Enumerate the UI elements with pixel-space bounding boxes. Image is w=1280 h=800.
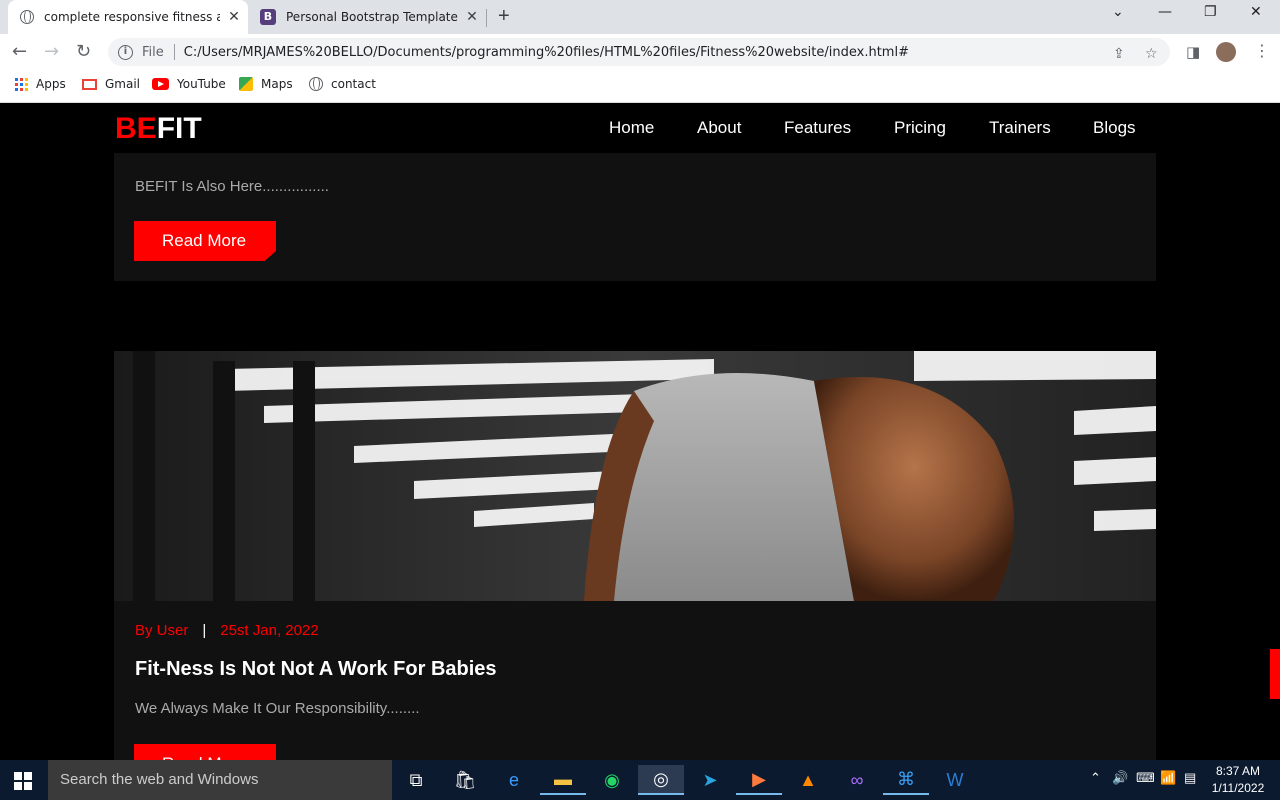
nav-pricing[interactable]: Pricing [894, 118, 946, 138]
media-player-icon[interactable]: ▶ [736, 765, 782, 795]
windows-taskbar: Search the web and Windows ⧉ 🛍 e ▬ ◉ ◎ ➤… [0, 760, 1280, 800]
youtube-icon [152, 78, 169, 90]
post-author[interactable]: By User [135, 622, 188, 639]
blog-card: By User | 25st Jan, 2022 Fit-Ness Is Not… [114, 351, 1156, 760]
share-icon[interactable]: ⇪ [1113, 46, 1125, 62]
bookmark-star-icon[interactable]: ☆ [1145, 46, 1158, 62]
close-tab-icon[interactable]: ✕ [458, 9, 486, 25]
web-page: BEFIT Is Also Here................ Read … [0, 103, 1280, 760]
whatsapp-icon[interactable]: ◉ [589, 765, 635, 795]
bookmark-label: YouTube [177, 77, 226, 91]
bookmark-gmail[interactable]: Gmail [82, 77, 140, 91]
minimize-button[interactable]: — [1158, 4, 1172, 20]
vlc-icon[interactable]: ▲ [785, 765, 831, 795]
post-date: 25st Jan, 2022 [220, 622, 319, 639]
tab-title: Personal Bootstrap Template [286, 10, 458, 24]
clock-date: 1/11/2022 [1211, 781, 1265, 795]
keyboard-icon[interactable]: ⌨ [1136, 770, 1155, 786]
bookmark-contact[interactable]: contact [309, 77, 376, 91]
browser-toolbar: ← → ↻ i File C:/Users/MRJAMES%20BELLO/Do… [0, 34, 1280, 70]
nav-about[interactable]: About [697, 118, 741, 138]
file-explorer-icon[interactable]: ▬ [540, 765, 586, 795]
visual-studio-icon[interactable]: ∞ [834, 765, 880, 795]
card-excerpt: BEFIT Is Also Here................ [135, 178, 329, 195]
post-meta: By User | 25st Jan, 2022 [135, 622, 319, 639]
windows-start-icon[interactable] [14, 772, 32, 790]
meta-separator: | [202, 622, 207, 639]
globe-icon [309, 77, 323, 91]
tab-bootstrap[interactable]: B Personal Bootstrap Template ✕ [248, 0, 486, 34]
bookmark-label: contact [331, 77, 376, 91]
restore-button[interactable]: ❐ [1204, 4, 1217, 20]
tab-search-icon[interactable]: ⌄ [1112, 4, 1124, 20]
bodybuilder-photo [114, 351, 1156, 601]
card-excerpt: We Always Make It Our Responsibility....… [135, 700, 420, 717]
task-view-icon[interactable]: ⧉ [393, 765, 439, 795]
bookmark-label: Gmail [105, 77, 141, 91]
logo-fit: FIT [156, 112, 202, 145]
close-window-button[interactable]: ✕ [1250, 4, 1262, 20]
info-icon[interactable]: i [118, 44, 133, 60]
vscode-icon[interactable]: ⌘ [883, 765, 929, 795]
network-icon[interactable]: 📶 [1160, 770, 1176, 786]
globe-icon [20, 10, 34, 24]
site-logo[interactable]: BEFIT [115, 112, 202, 146]
forward-button[interactable]: → [44, 41, 59, 62]
nav-home[interactable]: Home [609, 118, 654, 138]
bookmark-maps[interactable]: Maps [239, 77, 293, 91]
card-title[interactable]: Fit-Ness Is Not Not A Work For Babies [135, 658, 497, 681]
telegram-icon[interactable]: ➤ [687, 765, 733, 795]
menu-kebab-icon[interactable]: ⋮ [1254, 41, 1270, 60]
url-text[interactable]: C:/Users/MRJAMES%20BELLO/Documents/progr… [184, 45, 909, 60]
logo-be: BE [115, 112, 157, 145]
nav-blogs[interactable]: Blogs [1093, 118, 1136, 138]
store-icon[interactable]: 🛍 [442, 765, 488, 795]
tab-divider [486, 9, 487, 27]
tab-fitness[interactable]: complete responsive fitness and ✕ [8, 0, 248, 34]
gmail-icon [82, 78, 97, 90]
read-more-button[interactable]: Read More [134, 221, 276, 261]
omnibox-divider [173, 44, 175, 60]
notifications-icon[interactable]: ▤ [1184, 770, 1196, 786]
scroll-to-top-button[interactable] [1270, 649, 1280, 699]
word-icon[interactable]: W [932, 765, 978, 795]
browser-tab-strip: complete responsive fitness and ✕ B Pers… [0, 0, 1280, 34]
bookmarks-bar: Apps Gmail YouTube Maps contact [0, 70, 1280, 103]
nav-features[interactable]: Features [784, 118, 851, 138]
nav-trainers[interactable]: Trainers [989, 118, 1051, 138]
taskbar-clock[interactable]: 8:37 AM 1/11/2022 [1210, 763, 1266, 797]
bookmark-apps[interactable]: Apps [15, 77, 66, 91]
clock-time: 8:37 AM [1215, 764, 1261, 778]
tray-chevron-icon[interactable]: ⌃ [1090, 770, 1101, 786]
maps-icon [239, 77, 253, 91]
side-panel-icon[interactable]: ◨ [1186, 43, 1200, 61]
close-tab-icon[interactable]: ✕ [220, 9, 248, 25]
volume-icon[interactable]: 🔊 [1112, 770, 1128, 786]
new-tab-button[interactable]: + [498, 5, 510, 28]
bookmark-youtube[interactable]: YouTube [152, 77, 226, 91]
file-label: File [142, 44, 164, 60]
profile-avatar[interactable] [1216, 42, 1236, 62]
tab-title: complete responsive fitness and [44, 10, 220, 24]
address-bar[interactable]: i File C:/Users/MRJAMES%20BELLO/Document… [108, 38, 1170, 66]
reload-button[interactable]: ↻ [76, 41, 91, 62]
edge-icon[interactable]: e [491, 765, 537, 795]
bootstrap-favicon-icon: B [260, 9, 276, 25]
bookmark-label: Apps [36, 77, 66, 91]
apps-grid-icon [15, 77, 28, 91]
read-more-button[interactable]: Read More [134, 744, 276, 760]
taskbar-search-box[interactable]: Search the web and Windows [48, 760, 392, 800]
back-button[interactable]: ← [12, 41, 27, 62]
site-header: BEFIT Home About Features Pricing Traine… [0, 103, 1280, 153]
blog-image [114, 351, 1156, 601]
chrome-icon[interactable]: ◎ [638, 765, 684, 795]
bookmark-label: Maps [261, 77, 293, 91]
